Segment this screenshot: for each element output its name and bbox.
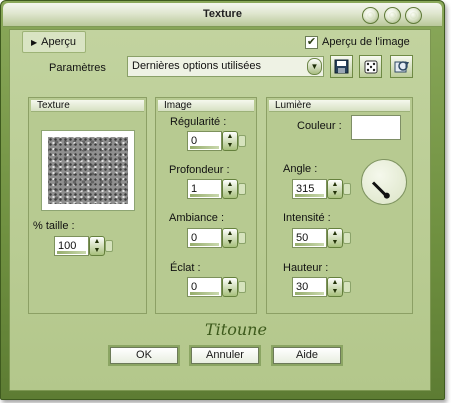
title-bar[interactable]: Texture <box>3 3 442 27</box>
profondeur-label: Profondeur : <box>169 164 230 176</box>
randomize-button[interactable] <box>359 55 382 78</box>
preview-checkbox-label: Aperçu de l'image <box>322 36 410 48</box>
preview-checkbox[interactable]: ✔ <box>305 35 318 49</box>
regularite-slider-handle[interactable] <box>238 135 246 147</box>
hauteur-slider-handle[interactable] <box>343 281 351 293</box>
profondeur-spinner[interactable]: 1 ▲ ▼ <box>187 179 246 199</box>
angle-input[interactable]: 315 <box>292 179 327 199</box>
angle-label: Angle : <box>283 163 318 175</box>
size-spin-arrows-icon[interactable]: ▲ ▼ <box>89 236 105 256</box>
profondeur-slider-handle[interactable] <box>238 183 246 195</box>
hauteur-spin-arrows-icon[interactable]: ▲ ▼ <box>327 277 343 297</box>
triangle-right-icon: ▶ <box>31 38 38 47</box>
preview-checkbox-row[interactable]: ✔ Aperçu de l'image <box>305 34 410 50</box>
eclat-spinner[interactable]: 0 ▲ ▼ <box>187 277 246 297</box>
presets-dropdown[interactable]: Dernières options utilisées ▼ <box>127 56 324 77</box>
preview-toggle-label: Aperçu <box>41 36 77 48</box>
size-slider-handle[interactable] <box>105 240 113 252</box>
presets-dropdown-value: Dernières options utilisées <box>132 60 262 72</box>
intensite-spin-arrows-icon[interactable]: ▲ ▼ <box>327 228 343 248</box>
ok-button[interactable]: OK <box>108 345 180 366</box>
reset-button[interactable] <box>390 55 413 78</box>
floppy-disk-icon <box>334 59 349 74</box>
eclat-label: Éclat : <box>170 262 201 274</box>
angle-dial[interactable] <box>361 159 407 205</box>
couleur-label: Couleur : <box>297 120 342 132</box>
profondeur-spin-arrows-icon[interactable]: ▲ ▼ <box>222 179 238 199</box>
intensite-slider-handle[interactable] <box>343 232 351 244</box>
help-window-button[interactable] <box>362 7 379 24</box>
angle-spin-arrows-icon[interactable]: ▲ ▼ <box>327 179 343 199</box>
size-label: % taille : <box>33 220 75 232</box>
intensite-spinner[interactable]: 50 ▲ ▼ <box>292 228 351 248</box>
texture-group-title: Texture <box>31 100 144 112</box>
hauteur-input[interactable]: 30 <box>292 277 327 297</box>
image-group-title: Image <box>158 100 254 112</box>
light-color-swatch[interactable] <box>351 115 401 140</box>
texture-preview[interactable] <box>41 130 135 211</box>
intensite-label: Intensité : <box>283 212 331 224</box>
regularite-label: Régularité : <box>170 116 227 128</box>
eclat-input[interactable]: 0 <box>187 277 222 297</box>
parameters-label: Paramètres <box>49 62 106 74</box>
preview-toggle-button[interactable]: ▶ Aperçu <box>22 31 86 53</box>
hauteur-spinner[interactable]: 30 ▲ ▼ <box>292 277 351 297</box>
regularite-input[interactable]: 0 <box>187 131 222 151</box>
ambiance-label: Ambiance : <box>169 212 225 224</box>
ambiance-spin-arrows-icon[interactable]: ▲ ▼ <box>222 228 238 248</box>
close-window-button[interactable] <box>405 7 422 24</box>
eclat-slider-handle[interactable] <box>238 281 246 293</box>
hauteur-label: Hauteur : <box>283 262 329 274</box>
angle-spinner[interactable]: 315 ▲ ▼ <box>292 179 351 199</box>
save-preset-button[interactable] <box>330 55 353 78</box>
angle-slider-handle[interactable] <box>343 183 351 195</box>
ambiance-spinner[interactable]: 0 ▲ ▼ <box>187 228 246 248</box>
cancel-button[interactable]: Annuler <box>189 345 261 366</box>
help-button[interactable]: Aide <box>271 345 343 366</box>
size-spinner[interactable]: 100 ▲ ▼ <box>54 236 113 256</box>
regularite-spinner[interactable]: 0 ▲ ▼ <box>187 131 246 151</box>
texture-preview-image <box>48 137 128 204</box>
ambiance-input[interactable]: 0 <box>187 228 222 248</box>
eclat-spin-arrows-icon[interactable]: ▲ ▼ <box>222 277 238 297</box>
chevron-down-icon[interactable]: ▼ <box>307 58 322 75</box>
intensite-input[interactable]: 50 <box>292 228 327 248</box>
angle-needle-icon <box>371 181 388 197</box>
profondeur-input[interactable]: 1 <box>187 179 222 199</box>
reset-image-icon <box>394 60 409 72</box>
regularite-spin-arrows-icon[interactable]: ▲ ▼ <box>222 131 238 151</box>
lumiere-group-title: Lumière <box>269 100 410 112</box>
minimize-window-button[interactable] <box>384 7 401 24</box>
size-input[interactable]: 100 <box>54 236 89 256</box>
author-signature: Titoune <box>205 320 267 339</box>
ambiance-slider-handle[interactable] <box>238 232 246 244</box>
dice-icon <box>364 60 377 73</box>
